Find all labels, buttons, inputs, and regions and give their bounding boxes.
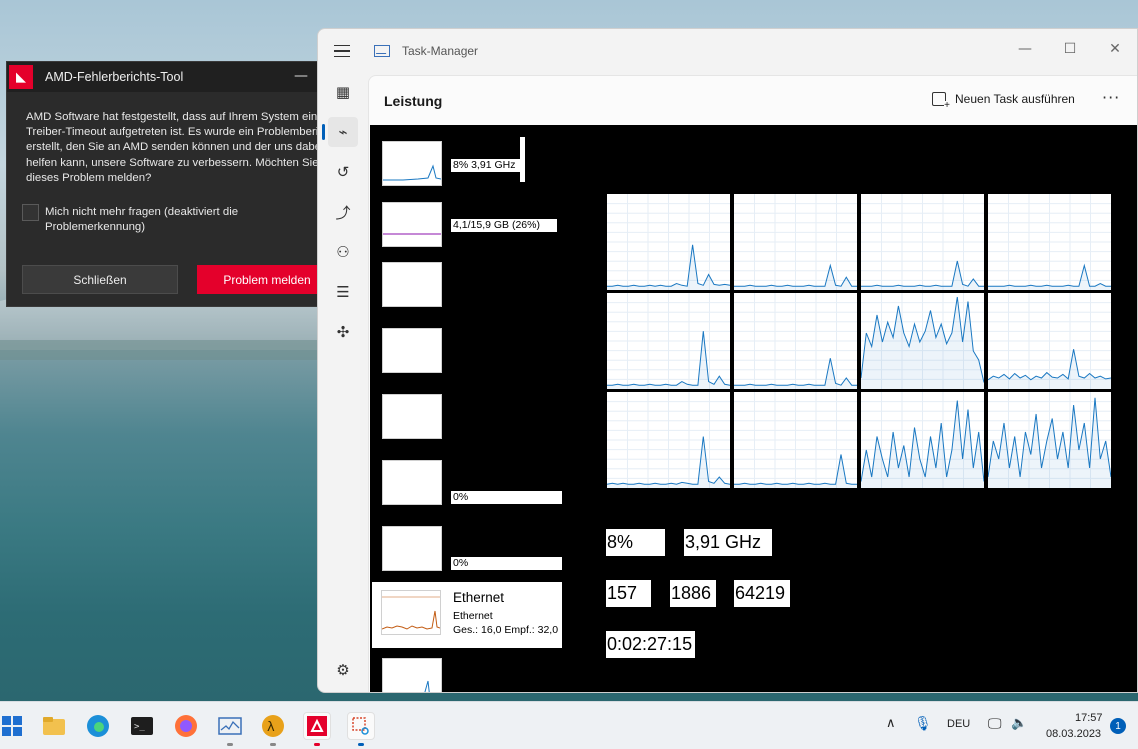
processes-icon[interactable]: ▦ — [328, 77, 358, 107]
cpu-mini-graph — [383, 164, 442, 181]
cpu-core-graph-3 — [988, 194, 1111, 290]
performance-panel: 8% 3,91 GHz 4,1/15,9 GB (26%) 0% 0% Ethe… — [370, 125, 1137, 692]
settings-icon[interactable]: ⚙ — [328, 655, 358, 685]
ethernet-mini-graph-box — [381, 590, 441, 635]
cpu-core-graph-10 — [860, 392, 985, 488]
report-problem-button[interactable]: Problem melden — [197, 265, 337, 294]
ethernet-mini-graph — [381, 596, 441, 630]
cpu-core-graph-5 — [734, 293, 857, 389]
resource-memory-thumbnail[interactable] — [382, 202, 442, 247]
resource-disk-3-label: 0% — [451, 491, 562, 504]
startup-apps-icon[interactable]: ⤴ — [328, 197, 358, 227]
snipping-tool-running-dot — [358, 743, 364, 746]
resource-disk-3-thumbnail[interactable] — [382, 460, 442, 505]
minimize-icon[interactable]: — — [294, 68, 308, 84]
close-button[interactable]: Schließen — [22, 265, 178, 294]
clock-date[interactable]: 08.03.2023 — [1046, 728, 1101, 740]
handles-value: 64219 — [734, 580, 790, 607]
minimize-icon[interactable]: — — [1010, 37, 1040, 61]
resource-disk-1-thumbnail[interactable] — [382, 328, 442, 373]
task-manager-titlebar: Task-Manager — ☐ ✕ — [318, 29, 1137, 73]
gpu-mini-graph — [424, 680, 430, 692]
resource-disk-4-label: 0% — [451, 557, 562, 570]
window-title: Task-Manager — [402, 44, 479, 58]
app-history-icon[interactable]: ↺ — [328, 157, 358, 187]
language-indicator[interactable]: DEU — [947, 718, 970, 730]
edge-icon[interactable] — [84, 712, 112, 740]
dont-ask-label: Mich nicht mehr fragen (deaktiviert die … — [45, 206, 239, 234]
amd-logo-icon: ◣ — [9, 65, 33, 89]
resource-memory-label: 4,1/15,9 GB (26%) — [451, 219, 557, 232]
users-icon[interactable]: ⚇ — [328, 237, 358, 267]
svg-text:>_: >_ — [134, 722, 145, 732]
windows-start-icon[interactable] — [0, 712, 26, 740]
amd-titlebar: ◣ AMD-Fehlerberichts-Tool — [7, 62, 335, 92]
details-icon[interactable]: ☰ — [328, 277, 358, 307]
cpu-core-graph-2 — [861, 194, 984, 290]
clock-time[interactable]: 17:57 — [1075, 712, 1103, 724]
amd-message: AMD Software hat festgestellt, dass auf … — [26, 111, 326, 184]
cpu-core-graph-7 — [987, 293, 1112, 389]
services-icon[interactable]: ✣ — [328, 317, 358, 347]
cpu-core-graph-1 — [734, 194, 857, 290]
network-icon[interactable]: 🖵 — [988, 715, 1002, 732]
chevron-up-icon[interactable]: ∧ — [886, 715, 896, 731]
half-life-running-dot — [270, 743, 276, 746]
cpu-core-graph-4 — [607, 293, 731, 389]
ethernet-subtitle: Ethernet — [453, 610, 493, 622]
ethernet-name: Ethernet — [453, 590, 505, 605]
cpu-core-graph-0 — [607, 194, 731, 290]
taskbar: >_ λ ∧ 🎙 DEU 🖵 🔈 17:57 08.03.2023 1 — [0, 701, 1138, 749]
task-manager-running-dot — [227, 743, 233, 746]
volume-icon[interactable]: 🔈 — [1011, 715, 1027, 731]
new-task-button[interactable]: Neuen Task ausführen — [932, 92, 1075, 111]
performance-page: Leistung Neuen Task ausführen ··· 8% 3,9… — [368, 75, 1137, 692]
page-title: Leistung — [384, 93, 443, 109]
resource-cpu-thumbnail[interactable] — [382, 141, 442, 186]
threads-value: 1886 — [670, 580, 716, 607]
new-task-label: Neuen Task ausführen — [955, 92, 1075, 106]
amd-dialog-title: AMD-Fehlerberichts-Tool — [45, 70, 184, 84]
task-manager-icon[interactable] — [216, 712, 244, 740]
cpu-core-graph-8 — [606, 392, 731, 488]
resource-gpu-thumbnail[interactable] — [382, 658, 442, 692]
processes-value: 157 — [606, 580, 651, 607]
amd-error-dialog: ◣ AMD-Fehlerberichts-Tool — AMD Software… — [6, 61, 337, 307]
performance-icon[interactable]: ⌁ — [328, 117, 358, 147]
dont-ask-checkbox[interactable] — [22, 204, 39, 221]
resource-ethernet-card[interactable]: Ethernet Ethernet Ges.: 16,0 Empf.: 32,0 — [372, 582, 562, 648]
more-options-icon[interactable]: ··· — [1102, 88, 1120, 107]
uptime-value: 0:02:27:15 — [606, 631, 695, 658]
svg-text:λ: λ — [267, 720, 275, 735]
microphone-icon[interactable]: 🎙 — [914, 715, 932, 732]
cpu-core-graph-11 — [987, 392, 1112, 488]
half-life-icon[interactable]: λ — [259, 712, 287, 740]
resource-disk-0-thumbnail[interactable] — [382, 262, 442, 307]
cpu-speed-value: 3,91 GHz — [684, 529, 772, 556]
amd-running-dot — [314, 743, 320, 746]
ethernet-stats: Ges.: 16,0 Empf.: 32,0 — [453, 624, 559, 636]
firefox-icon[interactable] — [172, 712, 200, 740]
amd-icon[interactable] — [303, 712, 331, 740]
notification-badge[interactable]: 1 — [1110, 718, 1126, 734]
snipping-tool-icon[interactable] — [347, 712, 375, 740]
new-task-icon — [932, 92, 950, 111]
terminal-icon[interactable]: >_ — [128, 712, 156, 740]
task-manager-app-icon — [374, 45, 390, 57]
memory-mini-graph — [383, 233, 441, 235]
task-manager-window: Task-Manager — ☐ ✕ ▦ ⌁ ↺ ⤴ ⚇ ☰ ✣ ⚙ Leist… — [317, 28, 1138, 693]
resource-cpu-label: 8% 3,91 GHz — [451, 159, 524, 172]
cpu-core-graph-6 — [860, 293, 985, 389]
resource-disk-4-thumbnail[interactable] — [382, 526, 442, 571]
file-explorer-icon[interactable] — [40, 712, 68, 740]
cpu-label-bar — [520, 137, 525, 182]
resource-disk-2-thumbnail[interactable] — [382, 394, 442, 439]
wallpaper-shore — [0, 340, 360, 360]
maximize-icon[interactable]: ☐ — [1055, 37, 1085, 61]
cpu-utilization-value: 8% — [606, 529, 665, 556]
cpu-core-graph-9 — [734, 392, 857, 488]
hamburger-icon[interactable] — [334, 45, 350, 57]
close-icon[interactable]: ✕ — [1100, 37, 1130, 61]
active-nav-indicator — [322, 124, 325, 140]
